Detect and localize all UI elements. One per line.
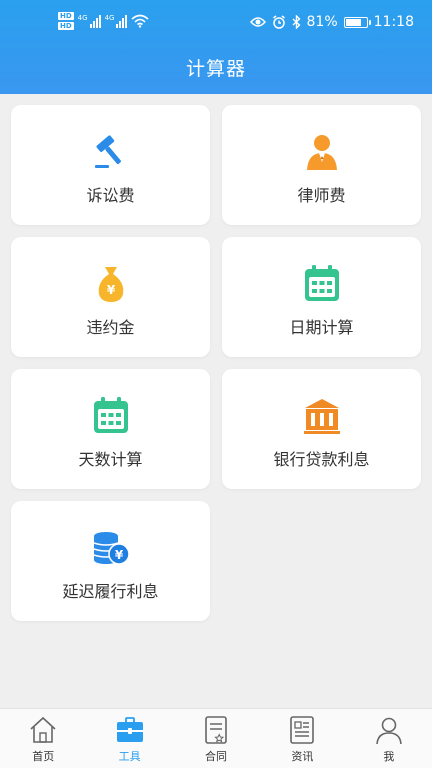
tool-card-label: 延迟履行利息 [62,582,159,601]
hd-indicator: HD HD [58,12,74,30]
tool-card-days-calc[interactable]: 天数计算 [11,369,210,489]
tool-card-date-calc[interactable]: 日期计算 [222,237,421,357]
contract-icon [205,716,227,744]
nav-label: 工具 [118,750,141,763]
nav-item-news[interactable]: 资讯 [259,709,345,768]
nav-label: 合同 [205,750,228,763]
gavel-icon [94,135,121,168]
header-bar: HD HD 4G 4G 81% 11:18 计算器 [0,0,432,94]
bank-icon [303,399,340,434]
lawyer-icon [306,135,337,170]
tool-card-label: 违约金 [86,318,135,337]
tool-card-late-interest[interactable]: ¥ 延迟履行利息 [11,501,210,621]
hd-label: HD [58,12,74,20]
user-icon [376,717,402,745]
svg-text:¥: ¥ [114,548,123,562]
tool-card-lawyer-fee[interactable]: 律师费 [222,105,421,225]
battery-icon [343,16,371,28]
status-bar: HD HD 4G 4G 81% 11:18 [0,0,432,44]
money-bag-icon: ¥ [98,267,123,302]
signal-icon: 4G [78,14,101,28]
svg-text:¥: ¥ [106,283,115,297]
network-type: 4G [104,14,115,22]
battery-percent: 81% [306,14,338,30]
tool-card-label: 银行贷款利息 [273,450,370,469]
clock: 11:18 [373,14,414,30]
news-icon [290,716,315,744]
calendar-icon [93,397,128,433]
nav-label: 资讯 [291,750,314,763]
tool-card-label: 日期计算 [289,318,354,337]
bottom-nav: 首页 工具 合同 资讯 我 [0,708,432,768]
nav-label: 我 [383,750,395,763]
tool-card-label: 天数计算 [78,450,143,469]
hd-label: HD [58,22,74,30]
coins-yen-icon: ¥ [93,532,130,565]
toolbox-icon [116,717,143,742]
network-type: 4G [77,14,88,22]
home-icon [30,716,56,743]
tool-card-penalty[interactable]: ¥ 违约金 [11,237,210,357]
nav-item-me[interactable]: 我 [346,709,432,768]
tool-card-label: 律师费 [297,186,346,205]
calendar-icon [304,265,339,301]
page-title: 计算器 [185,58,246,80]
signal-icon: 4G [105,14,128,28]
alarm-icon [272,15,285,29]
bluetooth-icon [292,15,301,29]
nav-label: 首页 [32,750,55,763]
tool-card-bank-loan-interest[interactable]: 银行贷款利息 [222,369,421,489]
nav-item-tools[interactable]: 工具 [86,709,172,768]
nav-item-home[interactable]: 首页 [0,709,86,768]
wifi-icon [131,14,149,28]
tool-card-label: 诉讼费 [86,186,135,205]
eye-icon [249,17,266,27]
nav-item-contract[interactable]: 合同 [173,709,259,768]
tool-card-litigation-fee[interactable]: 诉讼费 [11,105,210,225]
